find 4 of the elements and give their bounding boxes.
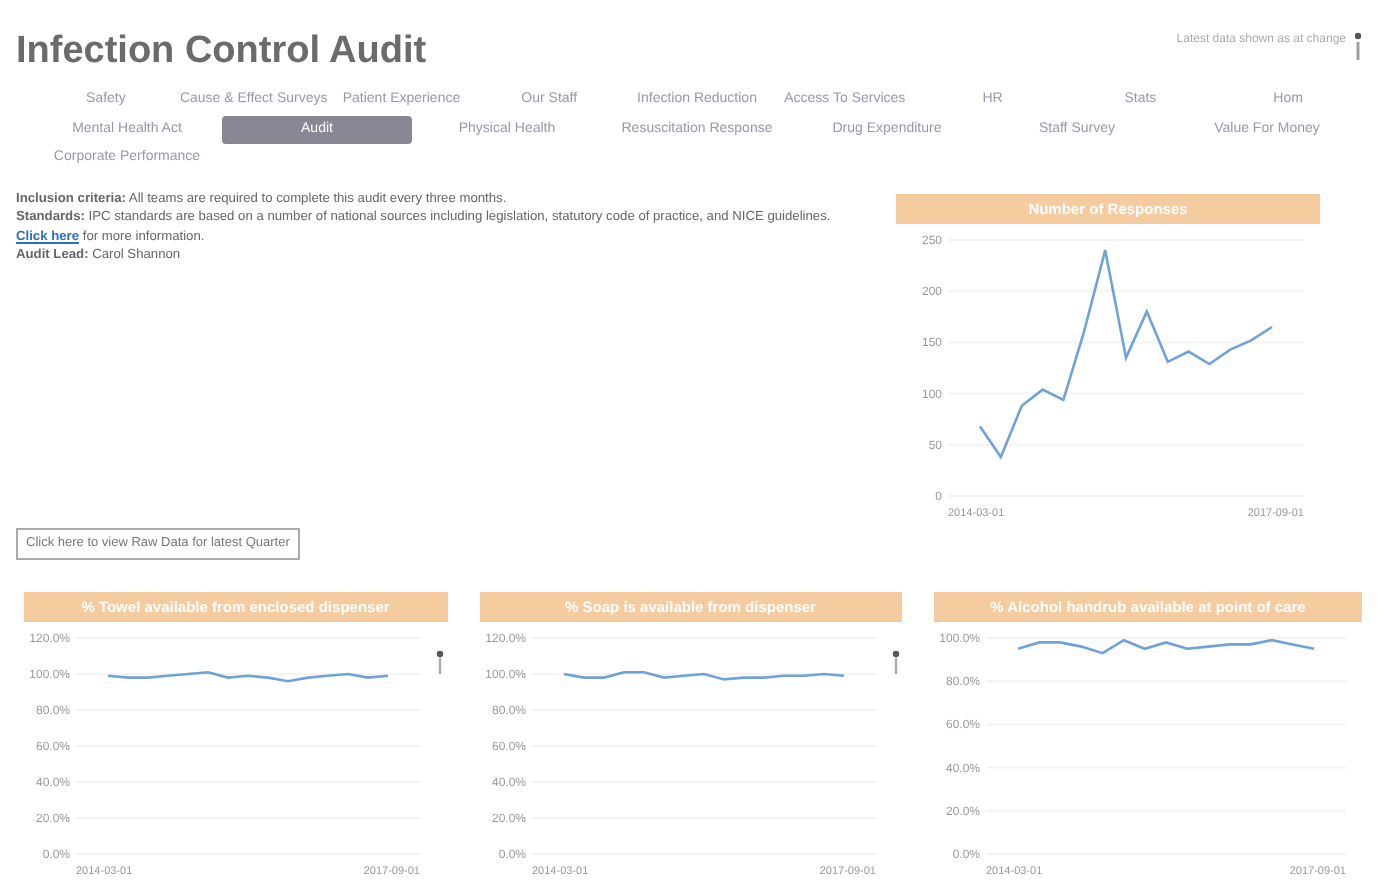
scroll-handle-icon[interactable] [436, 649, 444, 674]
info-marker-icon [1354, 32, 1362, 60]
scroll-handle-icon[interactable] [891, 649, 899, 674]
page-title: Infection Control Audit [16, 32, 427, 70]
